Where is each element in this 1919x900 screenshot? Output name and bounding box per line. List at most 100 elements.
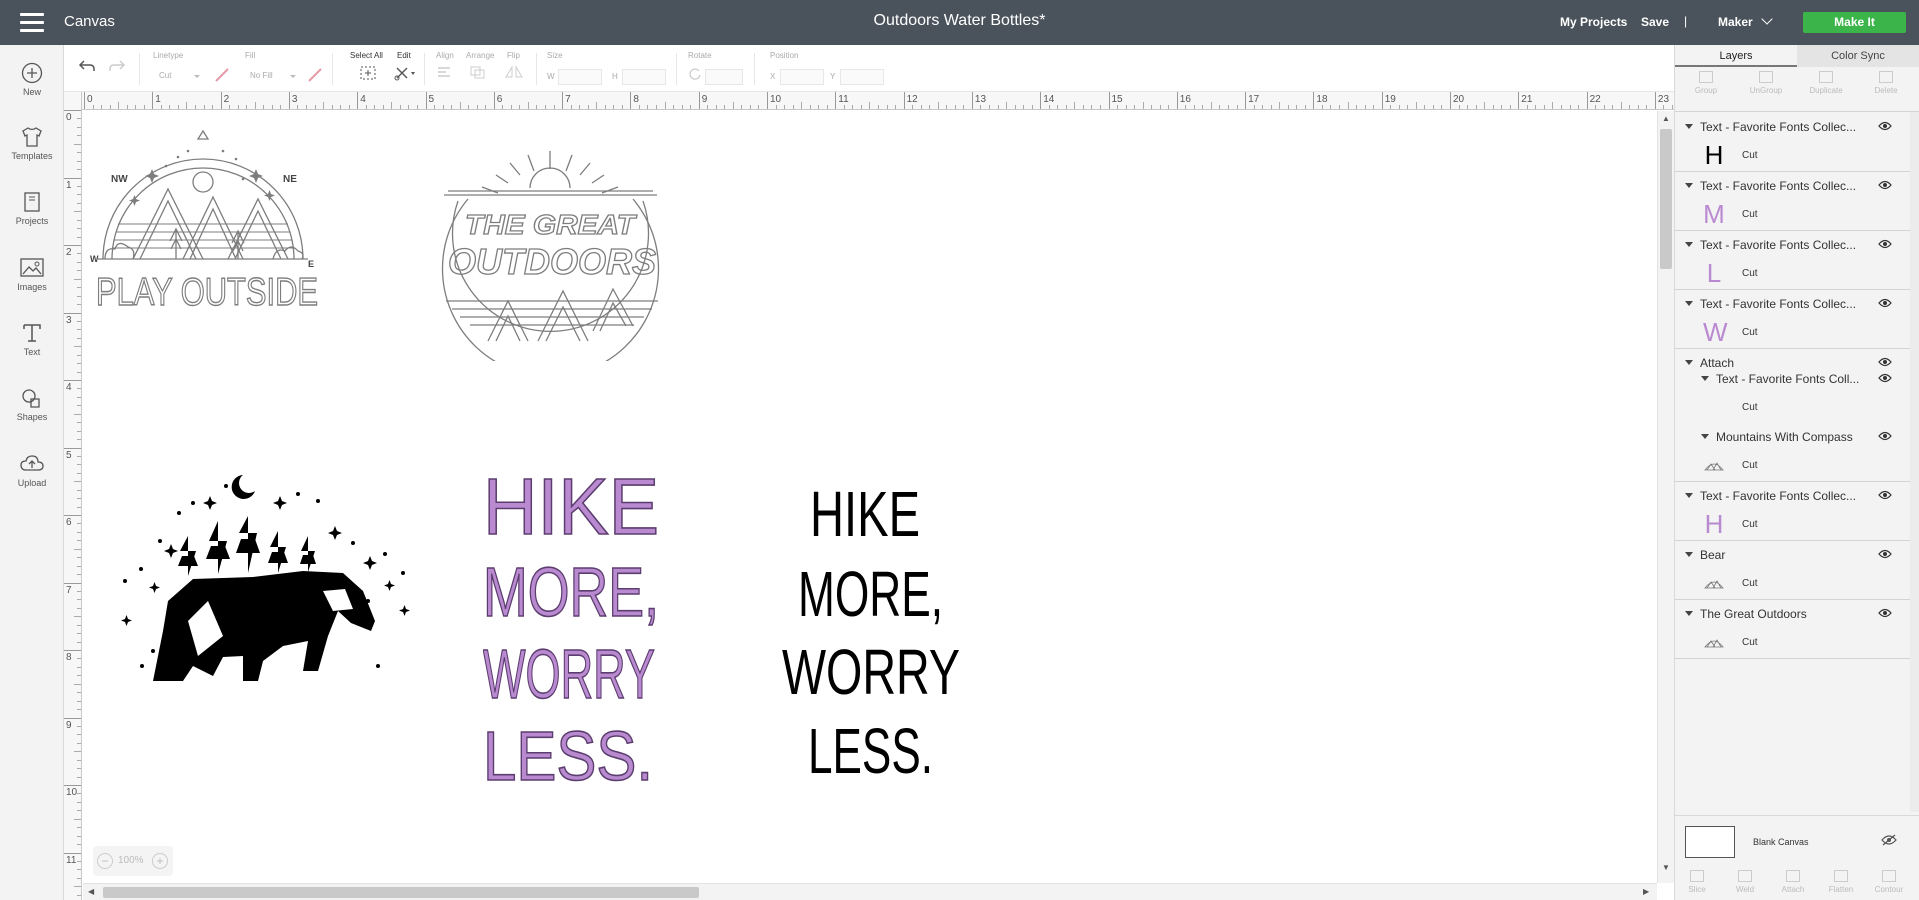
layer-header[interactable]: Text - Favorite Fonts Collec... [1675, 118, 1910, 136]
eye-icon[interactable] [1878, 431, 1892, 441]
eye-icon[interactable] [1878, 357, 1892, 367]
vertical-scroll-thumb[interactable] [1660, 129, 1672, 269]
my-projects-link[interactable]: My Projects [1560, 15, 1627, 29]
bear-design[interactable] [113, 461, 413, 691]
group-button[interactable]: Group [1677, 71, 1735, 95]
nav-shapes[interactable]: Shapes [0, 387, 64, 422]
eye-icon[interactable] [1878, 239, 1892, 249]
linetype-color-swatch[interactable] [214, 67, 230, 83]
eye-icon[interactable] [1878, 298, 1892, 308]
layer-header[interactable]: Text - Favorite Fonts Collec... [1675, 177, 1910, 195]
contour-button[interactable]: Contour [1869, 867, 1909, 894]
layers-scrollbar[interactable] [1910, 112, 1919, 812]
fill-value[interactable]: No Fill [250, 71, 273, 80]
layer-row[interactable]: H Cut [1675, 509, 1910, 539]
hike-more-black-design[interactable]: HIKE MORE,WORRY LESS. [778, 481, 1013, 781]
tab-color-sync[interactable]: Color Sync [1797, 45, 1919, 67]
collapse-triangle-icon[interactable] [1685, 493, 1693, 498]
select-all-icon[interactable] [359, 65, 377, 81]
layer-row[interactable]: Cut [1675, 392, 1910, 422]
make-it-button[interactable]: Make It [1803, 12, 1906, 33]
eye-hidden-icon[interactable] [1881, 834, 1897, 846]
scroll-right-arrow-icon[interactable]: ▶ [1643, 887, 1649, 896]
tab-layers[interactable]: Layers [1675, 45, 1797, 67]
collapse-triangle-icon[interactable] [1701, 434, 1709, 439]
linetype-value[interactable]: Cut [159, 71, 171, 80]
scroll-up-arrow-icon[interactable]: ▲ [1662, 114, 1670, 123]
flip-icon[interactable] [504, 65, 524, 79]
eye-icon[interactable] [1878, 373, 1892, 383]
design-canvas[interactable]: NW NE W E PLAY OUTSIDE THE GREAT OUTDOOR… [83, 111, 1658, 883]
collapse-triangle-icon[interactable] [1685, 611, 1693, 616]
x-input[interactable] [780, 69, 824, 85]
collapse-triangle-icon[interactable] [1701, 376, 1709, 381]
layer-header[interactable]: Text - Favorite Fonts Collec... [1675, 295, 1910, 313]
eye-icon[interactable] [1878, 490, 1892, 500]
zoom-in-button[interactable]: + [152, 853, 168, 869]
nav-upload[interactable]: Upload [0, 453, 64, 488]
blank-canvas-row[interactable]: Blank Canvas [1675, 815, 1919, 867]
edit-scissors-icon[interactable] [394, 65, 416, 81]
layer-header[interactable]: Text - Favorite Fonts Collec... [1675, 487, 1910, 505]
eye-icon[interactable] [1878, 549, 1892, 559]
save-link[interactable]: Save [1641, 15, 1669, 29]
layer-header[interactable]: Text - Favorite Fonts Collec... [1675, 236, 1910, 254]
layer-row[interactable]: Cut [1675, 568, 1910, 598]
collapse-triangle-icon[interactable] [1685, 301, 1693, 306]
weld-button[interactable]: Weld [1725, 867, 1765, 894]
layer-header[interactable]: Mountains With Compass [1675, 428, 1910, 446]
slice-button[interactable]: Slice [1677, 867, 1717, 894]
eye-icon[interactable] [1878, 121, 1892, 131]
ruler-minor-tick [1398, 105, 1400, 109]
redo-icon[interactable] [108, 58, 126, 74]
great-outdoors-design[interactable]: THE GREAT OUTDOORS [428, 151, 673, 361]
play-outside-design[interactable]: NW NE W E PLAY OUTSIDE [88, 129, 318, 309]
horizontal-scrollbar[interactable]: ◀ ▶ [83, 883, 1657, 900]
layer-row[interactable]: Cut [1675, 450, 1910, 480]
collapse-triangle-icon[interactable] [1685, 242, 1693, 247]
y-label: Y [830, 72, 836, 81]
zoom-out-button[interactable]: − [97, 853, 113, 869]
machine-select[interactable]: Maker [1718, 13, 1773, 29]
hike-more-purple-design[interactable]: HIKEMORE,WORRYLESS. [483, 466, 723, 801]
undo-icon[interactable] [78, 58, 96, 74]
layer-divider [1675, 540, 1910, 541]
nav-new[interactable]: New [0, 62, 64, 97]
height-input[interactable] [622, 69, 666, 85]
collapse-triangle-icon[interactable] [1685, 360, 1693, 365]
ungroup-button[interactable]: UnGroup [1737, 71, 1795, 95]
horizontal-scroll-thumb[interactable] [103, 887, 699, 898]
duplicate-button[interactable]: Duplicate [1797, 71, 1855, 95]
delete-button[interactable]: Delete [1857, 71, 1915, 95]
fill-color-swatch[interactable] [307, 67, 323, 83]
scroll-down-arrow-icon[interactable]: ▼ [1662, 863, 1670, 872]
hamburger-menu-icon[interactable] [20, 13, 44, 32]
attach-button[interactable]: Attach [1773, 867, 1813, 894]
nav-templates[interactable]: Templates [0, 126, 64, 161]
collapse-triangle-icon[interactable] [1685, 183, 1693, 188]
eye-icon[interactable] [1878, 608, 1892, 618]
layer-row[interactable]: L Cut [1675, 258, 1910, 288]
layer-header[interactable]: The Great Outdoors [1675, 605, 1910, 623]
layer-header[interactable]: Text - Favorite Fonts Coll... [1675, 370, 1910, 388]
blank-canvas-swatch[interactable] [1685, 826, 1735, 858]
layer-row[interactable]: W Cut [1675, 317, 1910, 347]
vertical-scrollbar[interactable]: ▲ ▼ [1657, 111, 1674, 883]
y-input[interactable] [840, 69, 884, 85]
nav-text[interactable]: Text [0, 322, 64, 357]
flatten-button[interactable]: Flatten [1821, 867, 1861, 894]
layer-row[interactable]: Cut [1675, 627, 1910, 657]
rotate-input[interactable] [705, 69, 743, 85]
collapse-triangle-icon[interactable] [1685, 552, 1693, 557]
eye-icon[interactable] [1878, 180, 1892, 190]
nav-images[interactable]: Images [0, 257, 64, 292]
layer-row[interactable]: M Cut [1675, 199, 1910, 229]
width-input[interactable] [558, 69, 602, 85]
scroll-left-arrow-icon[interactable]: ◀ [88, 887, 94, 896]
nav-projects[interactable]: Projects [0, 191, 64, 226]
layer-row[interactable]: H Cut [1675, 140, 1910, 170]
collapse-triangle-icon[interactable] [1685, 124, 1693, 129]
align-icon[interactable] [436, 65, 456, 79]
arrange-icon[interactable] [469, 65, 489, 79]
layer-header[interactable]: Bear [1675, 546, 1910, 564]
